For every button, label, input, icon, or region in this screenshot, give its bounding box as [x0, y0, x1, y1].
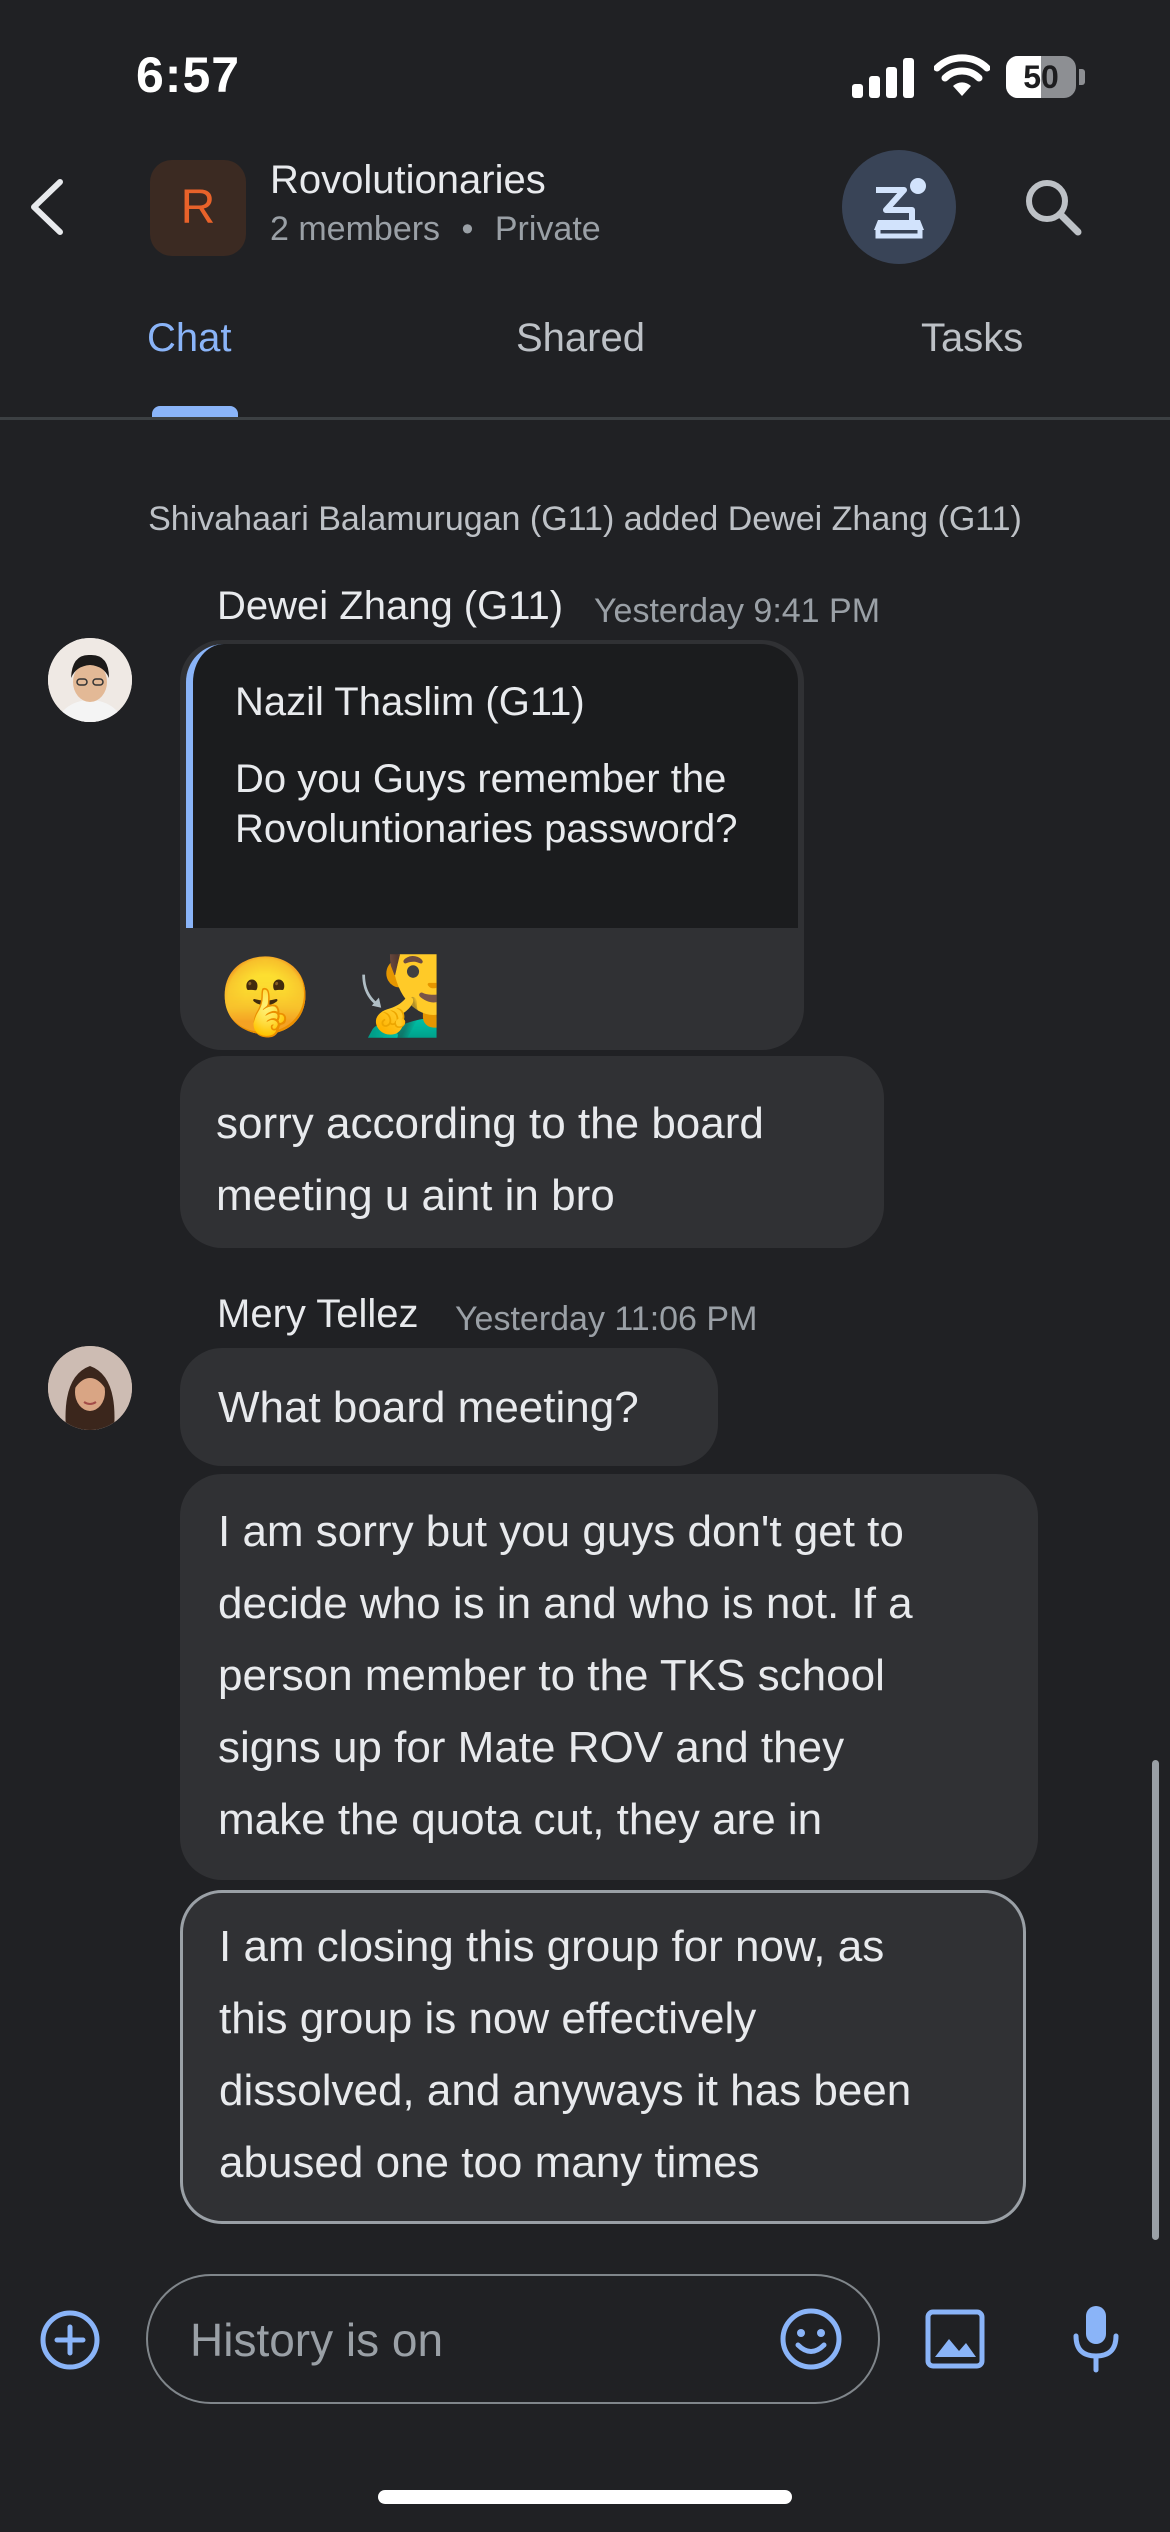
- tab-shared[interactable]: Shared: [516, 316, 645, 361]
- chevron-left-icon: [31, 179, 63, 235]
- tab-chat[interactable]: Chat: [147, 316, 232, 361]
- message-text: sorry according to the board meeting u a…: [216, 1099, 764, 1220]
- search-icon: [1026, 180, 1082, 236]
- add-button[interactable]: [38, 2308, 102, 2372]
- battery-level: 50: [1023, 59, 1059, 95]
- image-icon: [925, 2309, 985, 2369]
- quoted-message[interactable]: Nazil Thaslim (G11) Do you Guys remember…: [186, 644, 798, 928]
- reaction-emojis: 🤫 🧏‍♂️: [218, 952, 442, 1042]
- scrollbar[interactable]: [1152, 1760, 1159, 2240]
- message-timestamp: Yesterday 9:41 PM: [594, 592, 881, 630]
- avatar[interactable]: [48, 1346, 132, 1430]
- wifi-icon: [933, 52, 991, 98]
- room-avatar[interactable]: R: [150, 160, 246, 256]
- message-bubble-selected[interactable]: I am closing this group for now, as this…: [180, 1890, 1026, 2224]
- app-bot-icon: [874, 178, 926, 239]
- message-timestamp: Yesterday 11:06 PM: [455, 1300, 758, 1338]
- emoji-icon: [780, 2308, 842, 2370]
- sender-name: Mery Tellez: [217, 1292, 419, 1336]
- add-circle-icon: [40, 2310, 100, 2370]
- room-name[interactable]: Rovolutionaries: [270, 158, 546, 203]
- room-subtitle: 2 members • Private: [270, 210, 601, 249]
- message-composer[interactable]: [146, 2274, 880, 2404]
- room-avatar-letter: R: [180, 181, 216, 234]
- microphone-icon: [1073, 2306, 1119, 2373]
- quoted-sender: Nazil Thaslim (G11): [235, 680, 585, 724]
- message-text: What board meeting?: [218, 1383, 639, 1432]
- message-bubble[interactable]: sorry according to the board meeting u a…: [180, 1056, 884, 1248]
- message-text: I am sorry but you guys don't get to dec…: [218, 1507, 913, 1844]
- quoted-text: Do you Guys remember the Rovoluntionarie…: [235, 757, 738, 851]
- separator-dot: •: [461, 210, 474, 248]
- search-button[interactable]: [1018, 172, 1088, 242]
- status-time: 6:57: [136, 47, 241, 103]
- quoted-message-bubble[interactable]: Nazil Thaslim (G11) Do you Guys remember…: [180, 640, 804, 1050]
- sender-name: Dewei Zhang (G11): [217, 584, 564, 628]
- avatar[interactable]: [48, 638, 132, 722]
- home-indicator[interactable]: [378, 2490, 792, 2504]
- battery-icon: 50: [1006, 56, 1086, 98]
- emoji-button[interactable]: [778, 2306, 844, 2372]
- microphone-button[interactable]: [1066, 2302, 1126, 2376]
- message-bubble[interactable]: What board meeting?: [180, 1348, 718, 1466]
- tab-tasks[interactable]: Tasks: [921, 316, 1023, 361]
- system-message: Shivahaari Balamurugan (G11) added Dewei…: [148, 500, 1022, 538]
- member-count: 2 members: [270, 210, 441, 248]
- room-visibility: Private: [494, 210, 601, 248]
- cellular-signal-icon: [852, 58, 914, 98]
- app-bot-button[interactable]: [842, 150, 956, 264]
- message-text: I am closing this group for now, as this…: [219, 1922, 912, 2187]
- message-bubble[interactable]: I am sorry but you guys don't get to dec…: [180, 1474, 1038, 1880]
- message-input[interactable]: [188, 2306, 752, 2374]
- deaf-man-emoji: 🧏‍♂️: [347, 954, 443, 1039]
- shushing-face-emoji: 🤫: [218, 954, 313, 1039]
- image-button[interactable]: [922, 2306, 988, 2372]
- tab-divider: [0, 417, 1170, 420]
- back-button[interactable]: [22, 172, 72, 242]
